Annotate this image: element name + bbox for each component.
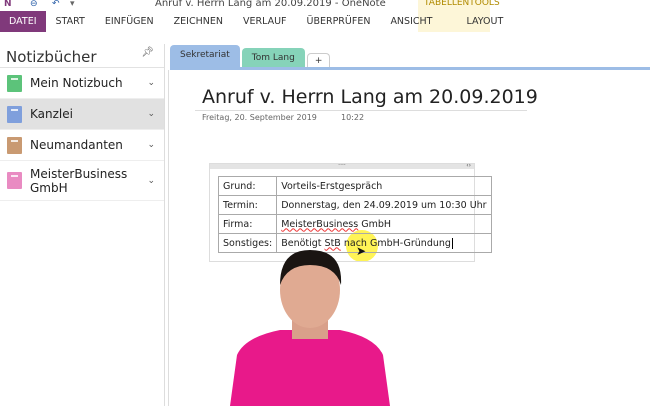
tab-verlauf[interactable]: VERLAUF <box>233 11 297 32</box>
sidebar-title: Notizbücher <box>6 48 97 66</box>
cell-value[interactable]: MeisterBusiness GmbH <box>276 214 492 234</box>
notebook-meisterbusiness[interactable]: MeisterBusiness GmbH ⌄ <box>0 161 164 201</box>
page-date: Freitag, 20. September 2019 <box>202 113 317 122</box>
undo-icon[interactable]: ↶ <box>52 0 60 9</box>
cell-text: GmbH <box>358 218 392 230</box>
chevron-down-icon[interactable]: ⌄ <box>147 78 155 88</box>
section-tab-sekretariat[interactable]: Sekretariat <box>170 45 240 68</box>
title-underline <box>195 110 527 111</box>
pin-icon[interactable]: 📌︎ <box>141 47 154 58</box>
section-tabs: Sekretariat Tom Lang + <box>170 45 332 68</box>
page-title[interactable]: Anruf v. Herrn Lang am 20.09.2019 <box>202 86 538 108</box>
notebook-neumandanten[interactable]: Neumandanten ⌄ <box>0 130 164 161</box>
notebook-icon <box>7 74 22 92</box>
notebook-label: Kanzlei <box>30 107 73 121</box>
tab-start[interactable]: START <box>46 11 95 32</box>
tab-einfuegen[interactable]: EINFÜGEN <box>95 11 164 32</box>
container-handle[interactable]: ···· ‹› <box>210 163 474 169</box>
notebook-icon <box>7 172 22 189</box>
page-time: 10:22 <box>341 113 365 122</box>
window-title: Anruf v. Herrn Lang am 20.09.2019 - OneN… <box>155 0 386 9</box>
text-cursor <box>451 237 453 249</box>
quick-access-dropdown-icon[interactable]: ▾ <box>70 0 75 9</box>
onenote-logo-icon: N <box>4 0 12 9</box>
chevron-down-icon[interactable]: ⌄ <box>147 176 155 186</box>
tab-zeichnen[interactable]: ZEICHNEN <box>164 11 233 32</box>
table-row: Grund: Vorteils-Erstgespräch <box>217 176 492 196</box>
notebook-icon <box>7 136 22 154</box>
info-table: Grund: Vorteils-Erstgespräch Termin: Donne… <box>217 176 492 253</box>
chevron-down-icon[interactable]: ⌄ <box>147 109 155 119</box>
ribbon-tabs: DATEI START EINFÜGEN ZEICHNEN VERLAUF ÜB… <box>0 11 513 32</box>
notebook-sidebar: Notizbücher 📌︎ Mein Notizbuch ⌄ Kanzlei ⌄ N… <box>0 44 165 406</box>
table-row: Termin: Donnerstag, den 24.09.2019 um 10:… <box>217 195 492 215</box>
chevron-down-icon[interactable]: ⌄ <box>147 140 155 150</box>
notebook-mein-notizbuch[interactable]: Mein Notizbuch ⌄ <box>0 68 164 99</box>
divider <box>168 70 169 406</box>
section-color-bar <box>170 67 650 70</box>
resize-icon[interactable]: ‹› <box>466 163 471 169</box>
notebook-kanzlei[interactable]: Kanzlei ⌄ <box>0 99 164 130</box>
tab-datei[interactable]: DATEI <box>0 11 46 32</box>
cell-value[interactable]: Donnerstag, den 24.09.2019 um 10:30 Uhr <box>276 195 492 215</box>
cell-key[interactable]: Grund: <box>217 176 278 196</box>
contextual-group-label: TABELLENTOOLS <box>424 0 500 8</box>
misspelled-word: MeisterBusiness <box>281 218 359 230</box>
cell-value[interactable]: Vorteils-Erstgespräch <box>276 176 492 196</box>
title-bar: N ⊖ ↶ ▾ Anruf v. Herrn Lang am 20.09.201… <box>0 0 650 11</box>
presenter-video-overlay <box>230 250 390 406</box>
tab-ansicht[interactable]: ANSICHT <box>380 11 442 32</box>
tab-layout[interactable]: LAYOUT <box>456 11 513 32</box>
back-icon[interactable]: ⊖ <box>30 0 38 9</box>
notebook-label: Neumandanten <box>30 138 123 152</box>
cell-key[interactable]: Termin: <box>217 195 278 215</box>
section-tab-tom-lang[interactable]: Tom Lang <box>241 48 305 68</box>
cell-key[interactable]: Firma: <box>217 214 278 234</box>
add-section-button[interactable]: + <box>306 53 331 68</box>
table-row: Firma: MeisterBusiness GmbH <box>217 214 492 234</box>
pink-shirt <box>230 330 390 406</box>
tab-ueberpruefen[interactable]: ÜBERPRÜFEN <box>297 11 381 32</box>
notebook-label: MeisterBusiness GmbH <box>30 166 128 195</box>
notebook-label: Mein Notizbuch <box>30 76 123 90</box>
notebook-icon <box>7 105 22 123</box>
